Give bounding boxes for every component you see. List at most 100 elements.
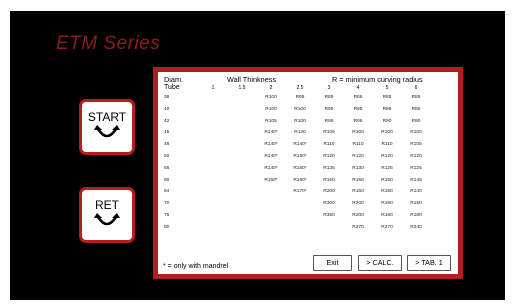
table-header-columns: Tube 1 1.5 2 2.5 3 4 5 6 bbox=[163, 84, 453, 94]
tube-diameter-cell: 70 bbox=[164, 201, 170, 207]
radius-cell: R150 bbox=[352, 189, 364, 195]
tube-diameter-cell: 38 bbox=[164, 95, 170, 100]
table-row: 55 R140* R160* R135 R130 R125 R125 bbox=[163, 165, 453, 177]
radius-cell: R145 bbox=[410, 177, 422, 183]
table-row: 60 R150* R160* R150 R150 R150 R145 bbox=[163, 177, 453, 189]
radius-cell: R270 bbox=[352, 224, 364, 230]
tube-diameter-cell: 50 bbox=[164, 153, 170, 159]
radius-cell: R95 bbox=[295, 95, 305, 100]
radius-cell: R95 bbox=[324, 118, 334, 124]
tube-diameter-cell: 55 bbox=[164, 165, 170, 171]
tube-diameter-cell: 60 bbox=[164, 177, 170, 183]
tube-diameter-cell: 48 bbox=[164, 142, 170, 148]
radius-cell: R100 bbox=[265, 95, 277, 100]
radius-cell: R150 bbox=[323, 177, 335, 183]
radius-cell: R90 bbox=[411, 118, 421, 124]
radius-cell: R125 bbox=[381, 165, 393, 171]
table-row: 70 R300 R200 R180 R150 bbox=[163, 200, 453, 212]
radius-cell: R100 bbox=[352, 130, 364, 136]
radius-cell: R105 bbox=[323, 130, 335, 136]
radius-cell: R150 bbox=[381, 189, 393, 195]
radius-note: R = minimum curving radius bbox=[332, 75, 423, 84]
radius-cell: R200 bbox=[323, 189, 335, 195]
radius-cell: R150* bbox=[293, 153, 307, 159]
screen-title: ETM Series bbox=[56, 33, 161, 54]
radius-cell: R130 bbox=[352, 165, 364, 171]
radius-cell: R200 bbox=[352, 201, 364, 207]
radius-cell: R140* bbox=[293, 142, 307, 148]
table-row: 64 R170* R200 R150 R150 R140 bbox=[163, 188, 453, 200]
radius-cell: R140* bbox=[264, 153, 278, 159]
radius-cell: R120 bbox=[352, 153, 364, 159]
radius-cell: R200 bbox=[352, 212, 364, 218]
column-header: 5 bbox=[385, 85, 389, 91]
radius-cell: R85 bbox=[324, 95, 334, 100]
radius-cell: R110 bbox=[352, 142, 364, 148]
exit-button[interactable]: Exit bbox=[313, 255, 352, 271]
wall-thickness-header: Wall Thinkness bbox=[227, 75, 277, 84]
tube-diameter-cell: 76 bbox=[164, 212, 170, 218]
radius-cell: R85 bbox=[353, 106, 363, 112]
radius-cell: R150* bbox=[264, 177, 278, 183]
radius-cell: R170* bbox=[293, 189, 307, 195]
radius-cell: R270 bbox=[381, 224, 393, 230]
radius-cell: R120 bbox=[410, 153, 422, 159]
table-row: 80 R270 R270 R240 bbox=[163, 224, 453, 236]
radius-cell: R130 bbox=[294, 130, 306, 136]
radius-cell: R110 bbox=[323, 142, 335, 148]
column-header: 6 bbox=[414, 85, 418, 91]
ret-button-label: RET bbox=[95, 198, 119, 212]
radius-cell: R85 bbox=[382, 106, 392, 112]
rotate-arrow-icon bbox=[94, 125, 120, 138]
column-header: 1 bbox=[211, 85, 215, 91]
radius-cell: R300 bbox=[323, 201, 335, 207]
radius-cell: R95 bbox=[353, 118, 363, 124]
radius-cell: R125 bbox=[410, 165, 422, 171]
diam-header: Diam. bbox=[164, 75, 184, 84]
radius-cell: R100 bbox=[294, 106, 306, 112]
bending-radius-panel: Diam. Wall Thinkness R = minimum curving… bbox=[153, 67, 463, 279]
radius-cell: R100 bbox=[381, 130, 393, 136]
tube-diameter-cell: 64 bbox=[164, 189, 170, 195]
calc-button[interactable]: > CALC. bbox=[358, 255, 402, 271]
start-button[interactable]: START bbox=[79, 99, 135, 155]
radius-cell: R140* bbox=[264, 142, 278, 148]
radius-cell: R85 bbox=[411, 106, 421, 112]
radius-cell: R120 bbox=[323, 153, 335, 159]
table-row: 76 R350 R200 R180 R180 bbox=[163, 212, 453, 224]
start-button-label: START bbox=[87, 110, 127, 124]
radius-cell: R100 bbox=[294, 118, 306, 124]
radius-cell: R350 bbox=[323, 212, 335, 218]
tube-diameter-cell: 40 bbox=[164, 106, 170, 112]
table-row: 42 R105 R100 R95 R95 R90 R90 bbox=[163, 118, 453, 130]
radius-cell: R150 bbox=[352, 177, 364, 183]
radius-cell: R110 bbox=[381, 142, 393, 148]
radius-table-body: 38 R100 R95 R85 R85 R85 R85 40 R100 R100 R95 R85 R85… bbox=[163, 94, 453, 236]
radius-cell: R105 bbox=[410, 142, 422, 148]
tube-diameter-cell: 42 bbox=[164, 118, 170, 124]
hmi-screen: ETM Series START RET Diam. Wall Thinknes… bbox=[10, 11, 505, 300]
radius-cell: R120 bbox=[381, 153, 393, 159]
radius-cell: R140* bbox=[264, 165, 278, 171]
radius-cell: R105 bbox=[265, 118, 277, 124]
radius-cell: R85 bbox=[411, 95, 421, 100]
radius-cell: R135 bbox=[323, 165, 335, 171]
radius-cell: R100 bbox=[265, 106, 277, 112]
table-row: 45 R140* R130 R105 R100 R100 R100 bbox=[163, 129, 453, 141]
tube-diameter-cell: 45 bbox=[164, 130, 170, 136]
tube-diameter-cell: 80 bbox=[164, 224, 170, 230]
ret-button[interactable]: RET bbox=[79, 187, 135, 243]
rotate-arrow-icon bbox=[94, 213, 120, 226]
radius-cell: R140 bbox=[410, 189, 422, 195]
mandrel-footnote: * = only with mandrel bbox=[163, 263, 229, 270]
radius-cell: R160* bbox=[293, 177, 307, 183]
column-header: 1.5 bbox=[238, 85, 246, 91]
radius-cell: R150 bbox=[410, 201, 422, 207]
radius-cell: R150 bbox=[381, 177, 393, 183]
tab1-button[interactable]: > TAB. 1 bbox=[407, 255, 451, 271]
radius-cell: R85 bbox=[353, 95, 363, 100]
radius-cell: R180 bbox=[410, 212, 422, 218]
column-header: 4 bbox=[356, 85, 360, 91]
table-row: 40 R100 R100 R95 R85 R85 R85 bbox=[163, 106, 453, 118]
table-row: 38 R100 R95 R85 R85 R85 R85 bbox=[163, 94, 453, 106]
